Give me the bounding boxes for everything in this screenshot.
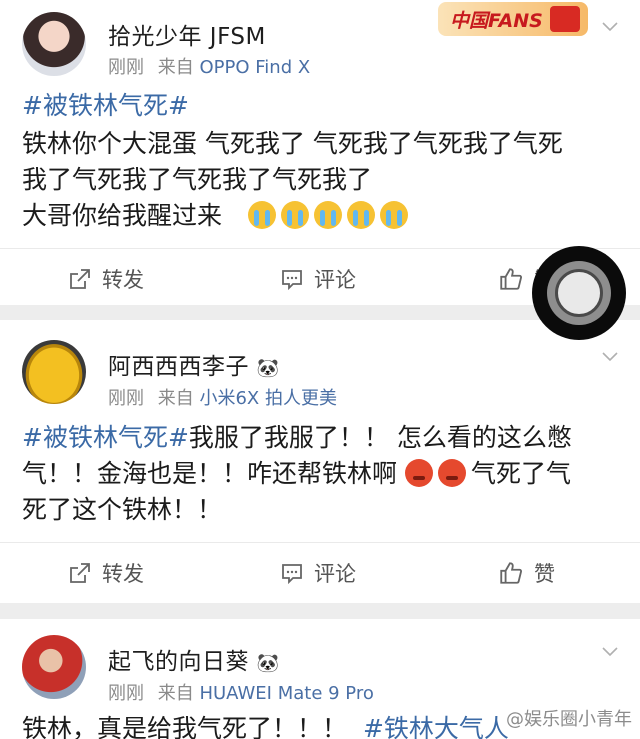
like-icon <box>500 562 522 584</box>
body-text-segment: 铁林，真是给我气死了！！！ <box>22 714 348 739</box>
post-card-1: 拾光少年 JFSM 刚刚 来自 OPPO Find X 中国FANS #被铁林气… <box>0 0 640 305</box>
angry-emoji <box>404 459 433 487</box>
assistive-touch-center <box>555 269 603 317</box>
from-label-2: 来自 <box>157 388 194 409</box>
hashtag-link-3[interactable]: #铁林大气人 <box>363 714 509 739</box>
post-body-2: #被铁林气死#我服了我服了！！ 怎么看的这么憋 气！！金海也是！！咋还帮铁林啊 … <box>22 420 618 528</box>
body-line: 死了这个铁林！！ <box>22 495 223 524</box>
repost-button-2[interactable]: 转发 <box>68 543 144 603</box>
post-meta-1: 刚刚 来自 OPPO Find X <box>108 53 310 79</box>
chevron-down-icon[interactable] <box>602 348 618 364</box>
cry-emoji <box>247 201 276 229</box>
avatar-3[interactable] <box>22 635 86 699</box>
username-2[interactable]: 阿西西西李子 🐼 <box>108 347 280 381</box>
post-time-3: 刚刚 <box>108 683 144 704</box>
badge-text: 中国FANS <box>450 9 543 32</box>
comment-icon <box>282 564 302 585</box>
weibo-watermark: @娱乐圈小青年 <box>506 709 632 730</box>
post-time-1: 刚刚 <box>108 57 144 78</box>
username-text: 阿西西西李子 <box>108 354 249 380</box>
chevron-down-icon[interactable] <box>602 643 618 659</box>
repost-icon <box>70 269 90 289</box>
tiananmen-icon <box>550 6 580 32</box>
post-source-1[interactable]: OPPO Find X <box>199 57 310 78</box>
comment-button-1[interactable]: 评论 <box>280 249 356 309</box>
from-label-1: 来自 <box>157 57 194 78</box>
action-bar-2: 转发 评论 赞 <box>0 542 640 602</box>
comment-label: 评论 <box>314 562 356 586</box>
avatar-2[interactable] <box>22 340 86 404</box>
china-fans-badge[interactable]: 中国FANS <box>438 2 588 36</box>
comment-button-2[interactable]: 评论 <box>280 543 356 603</box>
post-source-2[interactable]: 小米6X 拍人更美 <box>199 388 337 409</box>
panda-icon: 🐼 <box>256 358 280 379</box>
body-line: 大哥你给我醒过来 <box>22 198 618 234</box>
body-line: 铁林你个大混蛋 气死我了 气死我了气死我了气死 <box>22 129 563 158</box>
username-3[interactable]: 起飞的向日葵 🐼 <box>108 642 280 676</box>
hashtag-link-2[interactable]: #被铁林气死# <box>22 423 189 452</box>
body-text-segment: 大哥你给我醒过来 <box>22 201 223 230</box>
post-body-1: #被铁林气死# 铁林你个大混蛋 气死我了 气死我了气死我了气死 我了气死我了气死… <box>22 88 618 234</box>
from-label-3: 来自 <box>157 683 194 704</box>
hashtag-link-1[interactable]: #被铁林气死# <box>22 88 618 124</box>
panda-icon: 🐼 <box>256 653 280 674</box>
cry-emoji <box>313 201 342 229</box>
like-button-2[interactable]: 赞 <box>498 543 555 603</box>
repost-button-1[interactable]: 转发 <box>68 249 144 309</box>
body-text-segment: 气死了气 <box>470 459 571 488</box>
like-label: 赞 <box>534 562 555 586</box>
post-meta-2: 刚刚 来自 小米6X 拍人更美 <box>108 384 337 410</box>
angry-emoji <box>437 459 466 487</box>
post-meta-3: 刚刚 来自 HUAWEI Mate 9 Pro <box>108 679 374 705</box>
assistive-touch-icon[interactable] <box>532 246 626 340</box>
body-text-segment: 我服了我服了！！ 怎么看的这么憋 <box>188 423 572 452</box>
post-card-2: 阿西西西李子 🐼 刚刚 来自 小米6X 拍人更美 #被铁林气死#我服了我服了！！… <box>0 320 640 603</box>
like-icon <box>500 268 522 290</box>
chevron-down-icon[interactable] <box>602 18 618 34</box>
body-line: #被铁林气死#我服了我服了！！ 怎么看的这么憋 <box>22 420 618 456</box>
cry-emoji <box>280 201 309 229</box>
post-source-3[interactable]: HUAWEI Mate 9 Pro <box>199 683 373 704</box>
body-line: 气！！金海也是！！咋还帮铁林啊 气死了气 <box>22 456 618 492</box>
username-text: 起飞的向日葵 <box>108 649 249 675</box>
repost-label: 转发 <box>102 268 144 292</box>
repost-icon <box>70 563 90 583</box>
comment-label: 评论 <box>314 268 356 292</box>
comment-icon <box>282 270 302 291</box>
body-line: 我了气死我了气死我了气死我了 <box>22 165 373 194</box>
username-1[interactable]: 拾光少年 JFSM <box>108 17 266 51</box>
cry-emoji <box>346 201 375 229</box>
body-text-segment: 气！！金海也是！！咋还帮铁林啊 <box>22 459 398 488</box>
cry-emoji <box>379 201 408 229</box>
avatar-1[interactable] <box>22 12 86 76</box>
post-time-2: 刚刚 <box>108 388 144 409</box>
repost-label: 转发 <box>102 562 144 586</box>
